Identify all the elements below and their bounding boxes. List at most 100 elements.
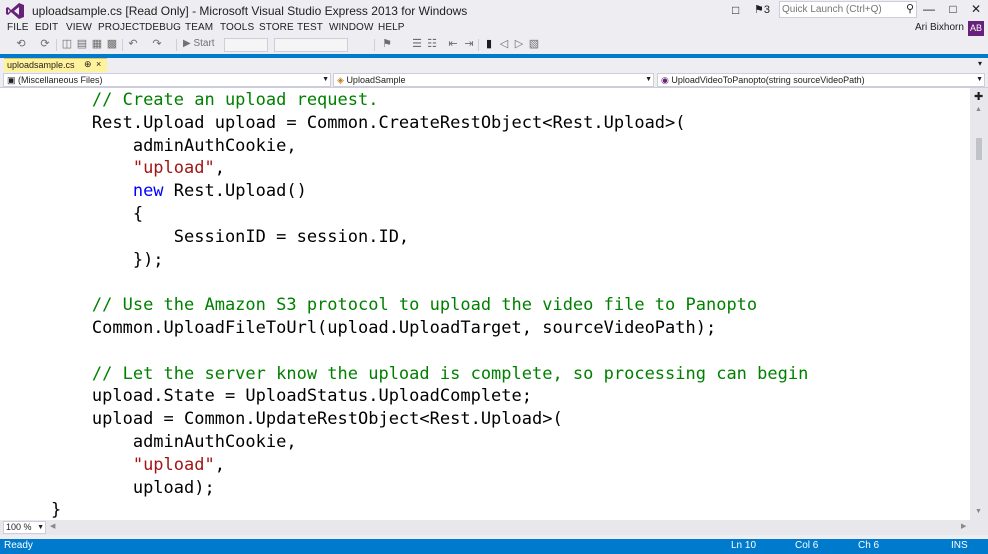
code-editor[interactable]: // Create an upload request. Rest.Upload… bbox=[0, 88, 970, 520]
save-all-icon[interactable]: ▩ bbox=[105, 37, 119, 52]
find-in-files-icon[interactable]: ⚑ bbox=[380, 37, 394, 52]
user-name[interactable]: Ari Bixhorn bbox=[915, 22, 964, 33]
zoom-value: 100 % bbox=[6, 522, 32, 532]
menu-bar: FILE EDIT VIEW PROJECT DEBUG TEAM TOOLS … bbox=[0, 21, 988, 36]
navigation-bar: ▣ (Miscellaneous Files) ▼ ◈ UploadSample… bbox=[0, 72, 988, 88]
comment-out-icon[interactable]: ☰ bbox=[410, 37, 424, 52]
title-bar: uploadsample.cs [Read Only] - Microsoft … bbox=[0, 0, 988, 22]
code-line: Rest.Upload upload = Common.CreateRestOb… bbox=[10, 112, 686, 134]
code-line: new Rest.Upload() bbox=[10, 180, 307, 202]
quick-launch-input[interactable] bbox=[780, 2, 898, 17]
split-view-icon[interactable]: ✚ bbox=[974, 90, 983, 103]
code-line: adminAuthCookie, bbox=[10, 431, 297, 453]
code-token: new bbox=[132, 181, 164, 202]
code-token: Rest.Upload() bbox=[163, 181, 307, 202]
close-button[interactable]: ✕ bbox=[964, 0, 988, 20]
project-icon: ▣ bbox=[7, 75, 16, 85]
menu-tools[interactable]: TOOLS bbox=[220, 22, 254, 33]
menu-window[interactable]: WINDOW bbox=[329, 22, 373, 33]
menu-debug[interactable]: DEBUG bbox=[145, 22, 181, 33]
code-token: "upload" bbox=[132, 158, 215, 179]
scroll-right-icon[interactable]: ▶ bbox=[961, 522, 966, 530]
avatar[interactable]: AB bbox=[968, 21, 984, 36]
close-tab-icon[interactable]: × bbox=[96, 59, 101, 69]
horizontal-scrollbar[interactable]: 100 % ▼ ◀ ▶ bbox=[0, 520, 988, 535]
chevron-down-icon: ▼ bbox=[37, 524, 44, 531]
increase-indent-icon[interactable]: ⇥ bbox=[462, 37, 476, 52]
scroll-down-icon[interactable]: ▼ bbox=[975, 508, 982, 515]
tab-overflow-icon[interactable]: ▾ bbox=[978, 59, 982, 68]
start-debugging-button[interactable]: ▶ Start bbox=[183, 38, 215, 49]
code-line: } bbox=[10, 499, 61, 520]
code-line: adminAuthCookie, bbox=[10, 135, 297, 157]
menu-file[interactable]: FILE bbox=[7, 22, 29, 33]
forward-icon[interactable]: ⟳ bbox=[38, 37, 52, 52]
solution-platform-dropdown[interactable] bbox=[274, 38, 348, 52]
window-title: uploadsample.cs [Read Only] - Microsoft … bbox=[32, 4, 468, 18]
menu-view[interactable]: VIEW bbox=[66, 22, 92, 33]
previous-bookmark-icon[interactable]: ◁ bbox=[497, 37, 511, 52]
code-token: // Use the Amazon S3 protocol to upload … bbox=[91, 295, 758, 316]
code-token: }); bbox=[132, 249, 164, 270]
code-token: upload = Common.UpdateRestObject<Rest.Up… bbox=[91, 409, 563, 430]
class-icon: ◈ bbox=[337, 75, 344, 85]
code-line: // Create an upload request. bbox=[10, 89, 379, 111]
menu-project[interactable]: PROJECT bbox=[98, 22, 145, 33]
code-token: "upload" bbox=[132, 454, 215, 475]
search-icon[interactable]: ⚲ bbox=[906, 2, 914, 15]
redo-icon[interactable]: ↷ bbox=[150, 37, 164, 52]
menu-test[interactable]: TEST bbox=[297, 22, 323, 33]
undo-icon[interactable]: ↶ bbox=[126, 37, 140, 52]
notification-count[interactable]: ⚑3 bbox=[754, 3, 770, 16]
code-line: "upload", bbox=[10, 157, 225, 179]
code-token: // Let the server know the upload is com… bbox=[91, 363, 809, 384]
decrease-indent-icon[interactable]: ⇤ bbox=[446, 37, 460, 52]
code-line: upload); bbox=[10, 477, 215, 499]
bookmark-icon[interactable]: ▮ bbox=[482, 37, 496, 52]
chevron-down-icon: ▼ bbox=[322, 76, 329, 83]
menu-store[interactable]: STORE bbox=[259, 22, 294, 33]
open-file-icon[interactable]: ▤ bbox=[75, 37, 89, 52]
menu-edit[interactable]: EDIT bbox=[35, 22, 58, 33]
status-message: Ready bbox=[4, 540, 33, 551]
status-column: Col 6 bbox=[795, 540, 819, 551]
code-line: }); bbox=[10, 249, 164, 271]
status-line: Ln 10 bbox=[731, 540, 757, 551]
project-dropdown[interactable]: ▣ (Miscellaneous Files) ▼ bbox=[3, 73, 331, 87]
uncomment-icon[interactable]: ☷ bbox=[425, 37, 439, 52]
project-dropdown-value: (Miscellaneous Files) bbox=[18, 75, 103, 85]
code-line: { bbox=[10, 203, 143, 225]
back-icon[interactable]: ⟲ bbox=[14, 37, 28, 52]
save-icon[interactable]: ▦ bbox=[90, 37, 104, 52]
pin-icon[interactable]: ⊕ bbox=[84, 59, 92, 70]
zoom-dropdown[interactable]: 100 % ▼ bbox=[3, 521, 46, 534]
minimize-button[interactable]: — bbox=[917, 0, 941, 20]
code-token: { bbox=[132, 204, 144, 224]
member-dropdown[interactable]: ◉ UploadVideoToPanopto(string sourceVide… bbox=[657, 73, 985, 87]
clear-bookmarks-icon[interactable]: ▧ bbox=[527, 37, 541, 52]
type-dropdown-value: UploadSample bbox=[346, 75, 406, 85]
notification-count-value: 3 bbox=[763, 4, 770, 16]
method-icon: ◉ bbox=[661, 75, 669, 85]
solution-configuration-dropdown[interactable] bbox=[224, 38, 268, 52]
code-line: "upload", bbox=[10, 454, 225, 476]
status-bar: Ready Ln 10 Col 6 Ch 6 INS bbox=[0, 539, 988, 554]
menu-team[interactable]: TEAM bbox=[185, 22, 213, 33]
code-token: } bbox=[50, 500, 62, 520]
code-line: upload.State = UploadStatus.UploadComple… bbox=[10, 385, 532, 407]
new-project-icon[interactable]: ◫ bbox=[60, 37, 74, 52]
notification-flag-icon[interactable]: □ bbox=[732, 3, 739, 17]
maximize-button[interactable]: □ bbox=[941, 0, 965, 20]
code-token: adminAuthCookie, bbox=[132, 135, 297, 156]
scroll-left-icon[interactable]: ◀ bbox=[50, 522, 55, 530]
scrollbar-thumb[interactable] bbox=[976, 138, 982, 160]
tab-uploadsample-cs[interactable]: uploadsample.cs ⊕ × bbox=[4, 58, 107, 72]
quick-launch-box[interactable]: ⚲ bbox=[779, 1, 917, 18]
scroll-up-icon[interactable]: ▲ bbox=[975, 106, 982, 113]
type-dropdown[interactable]: ◈ UploadSample ▼ bbox=[333, 73, 654, 87]
menu-help[interactable]: HELP bbox=[378, 22, 405, 33]
next-bookmark-icon[interactable]: ▷ bbox=[512, 37, 526, 52]
code-line: // Let the server know the upload is com… bbox=[10, 363, 808, 385]
vertical-scrollbar[interactable]: ✚ ▲ ▼ bbox=[970, 88, 988, 520]
code-line: // Use the Amazon S3 protocol to upload … bbox=[10, 294, 757, 316]
